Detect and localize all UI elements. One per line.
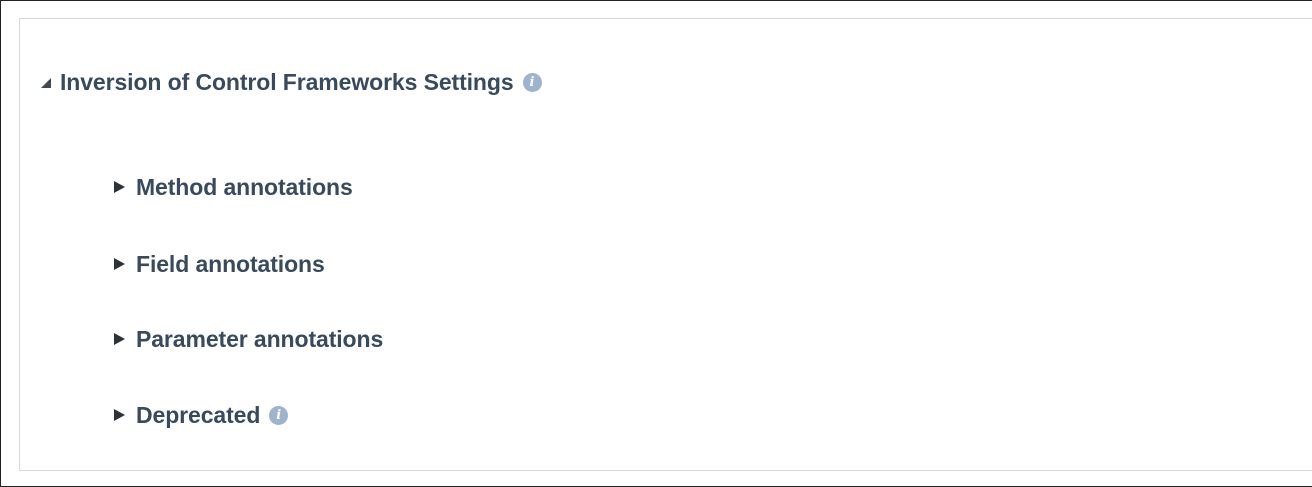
window-frame: Inversion of Control Frameworks Settings… — [0, 0, 1312, 487]
info-icon[interactable]: i — [522, 73, 542, 92]
subsection-parameter-annotations[interactable]: Parameter annotations — [114, 319, 383, 359]
expanded-triangle-icon[interactable] — [41, 78, 51, 88]
subsection-method-annotations[interactable]: Method annotations — [114, 167, 353, 207]
collapsed-triangle-icon[interactable] — [114, 181, 125, 193]
section-header-ioc-settings[interactable]: Inversion of Control Frameworks Settings… — [41, 62, 542, 102]
subsection-field-annotations[interactable]: Field annotations — [114, 244, 325, 284]
subsection-label: Deprecated — [136, 401, 261, 428]
info-icon[interactable]: i — [269, 406, 289, 425]
subsection-deprecated[interactable]: Deprecated i — [114, 395, 289, 435]
collapsed-triangle-icon[interactable] — [114, 409, 125, 421]
subsection-label: Method annotations — [136, 173, 353, 200]
section-title: Inversion of Control Frameworks Settings — [60, 68, 514, 95]
subsection-label: Parameter annotations — [136, 325, 384, 352]
subsection-label: Field annotations — [136, 250, 325, 277]
collapsed-triangle-icon[interactable] — [114, 258, 125, 270]
collapsed-triangle-icon[interactable] — [114, 333, 125, 345]
